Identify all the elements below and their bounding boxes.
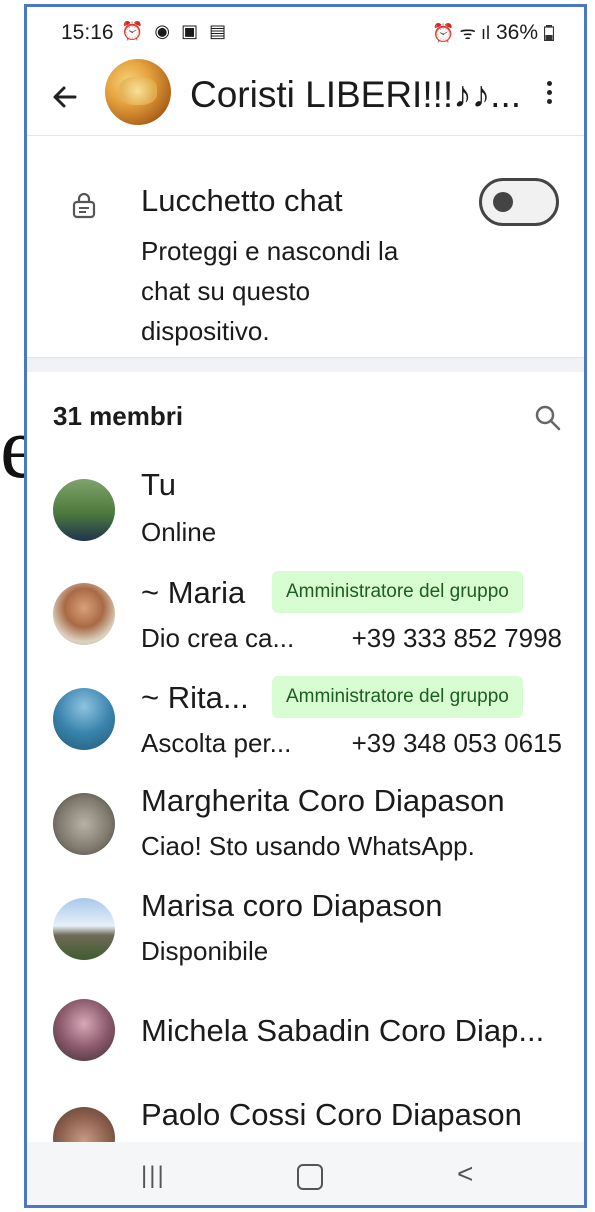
member-name: Margherita Coro Diapason [141, 783, 505, 818]
battery-percentage: 36% [495, 21, 538, 44]
recent-apps-button[interactable]: ||| [141, 1162, 166, 1190]
chat-lock-description: Proteggi e nascondi la chat su questo di… [141, 236, 399, 346]
chat-lock-title: Lucchetto chat [141, 183, 343, 218]
member-row-rita[interactable]: ~ Rita... Amministratore del gruppo Asco… [27, 676, 584, 780]
member-name: Michela Sabadin Coro Diap... [141, 1013, 545, 1048]
group-name[interactable]: Coristi LIBERI!!!♪♪... [190, 74, 521, 116]
member-name: ~ Maria [141, 575, 246, 610]
member-avatar[interactable] [53, 793, 115, 855]
member-row-maria[interactable]: ~ Maria Amministratore del gruppo Dio cr… [27, 571, 584, 675]
member-name: Tu [141, 467, 177, 502]
notification-icons: ⏰ ◉ ▣ ▤ [121, 21, 230, 41]
system-icons: ⏰ ᯤ ıl 36% [432, 21, 554, 45]
member-status: Ascolta per... [141, 728, 292, 758]
back-arrow-icon[interactable] [47, 77, 87, 117]
member-phone: +39 333 852 7998 [351, 623, 562, 653]
battery-icon [544, 25, 554, 41]
member-avatar[interactable] [53, 583, 115, 645]
member-phone: +39 348 053 0615 [351, 728, 562, 758]
member-name: Paolo Cossi Coro Diapason [141, 1097, 522, 1132]
admin-badge: Amministratore del gruppo [272, 571, 523, 613]
member-status: Online [141, 517, 217, 547]
member-status: Dio crea ca... [141, 623, 295, 653]
status-time: 15:16 [61, 21, 114, 44]
toggle-knob [493, 192, 513, 212]
member-avatar[interactable] [53, 688, 115, 750]
member-status: Ciao! Sto usando WhatsApp. [141, 831, 475, 861]
chat-lock-toggle[interactable] [479, 178, 559, 226]
members-count: 31 membri [53, 401, 184, 431]
member-row-tu[interactable]: Tu Online [27, 467, 584, 571]
phone-screen: 15:16 ⏰ ◉ ▣ ▤ ⏰ ᯤ ıl 36% Coristi LIBERI!… [24, 4, 587, 1208]
member-avatar[interactable] [53, 479, 115, 541]
member-avatar[interactable] [53, 898, 115, 960]
group-avatar[interactable] [105, 59, 171, 125]
system-back-button[interactable]: < [457, 1158, 473, 1190]
member-row-marisa[interactable]: Marisa coro Diapason Disponibile [27, 886, 584, 990]
system-navigation-bar: ||| < [27, 1142, 584, 1205]
member-name: ~ Rita... [141, 680, 249, 715]
status-bar: 15:16 ⏰ ◉ ▣ ▤ ⏰ ᯤ ıl 36% [27, 7, 584, 57]
alarm-wifi-signal-icons: ⏰ ᯤ ıl [432, 23, 490, 43]
home-button[interactable] [297, 1164, 323, 1190]
chat-lock-section[interactable]: Lucchetto chat Proteggi e nascondi la ch… [27, 136, 584, 358]
member-avatar[interactable] [53, 999, 115, 1061]
member-name: Marisa coro Diapason [141, 888, 443, 923]
member-row-margherita[interactable]: Margherita Coro Diapason Ciao! Sto usand… [27, 781, 584, 885]
more-options-icon[interactable] [537, 77, 561, 117]
admin-badge: Amministratore del gruppo [272, 676, 523, 718]
member-row-michela[interactable]: Michela Sabadin Coro Diap... [27, 991, 584, 1095]
members-header: 31 membri [27, 371, 584, 441]
search-icon[interactable] [533, 403, 563, 433]
chat-lock-icon [72, 192, 96, 219]
member-status: Disponibile [141, 936, 269, 966]
section-separator [27, 357, 584, 372]
